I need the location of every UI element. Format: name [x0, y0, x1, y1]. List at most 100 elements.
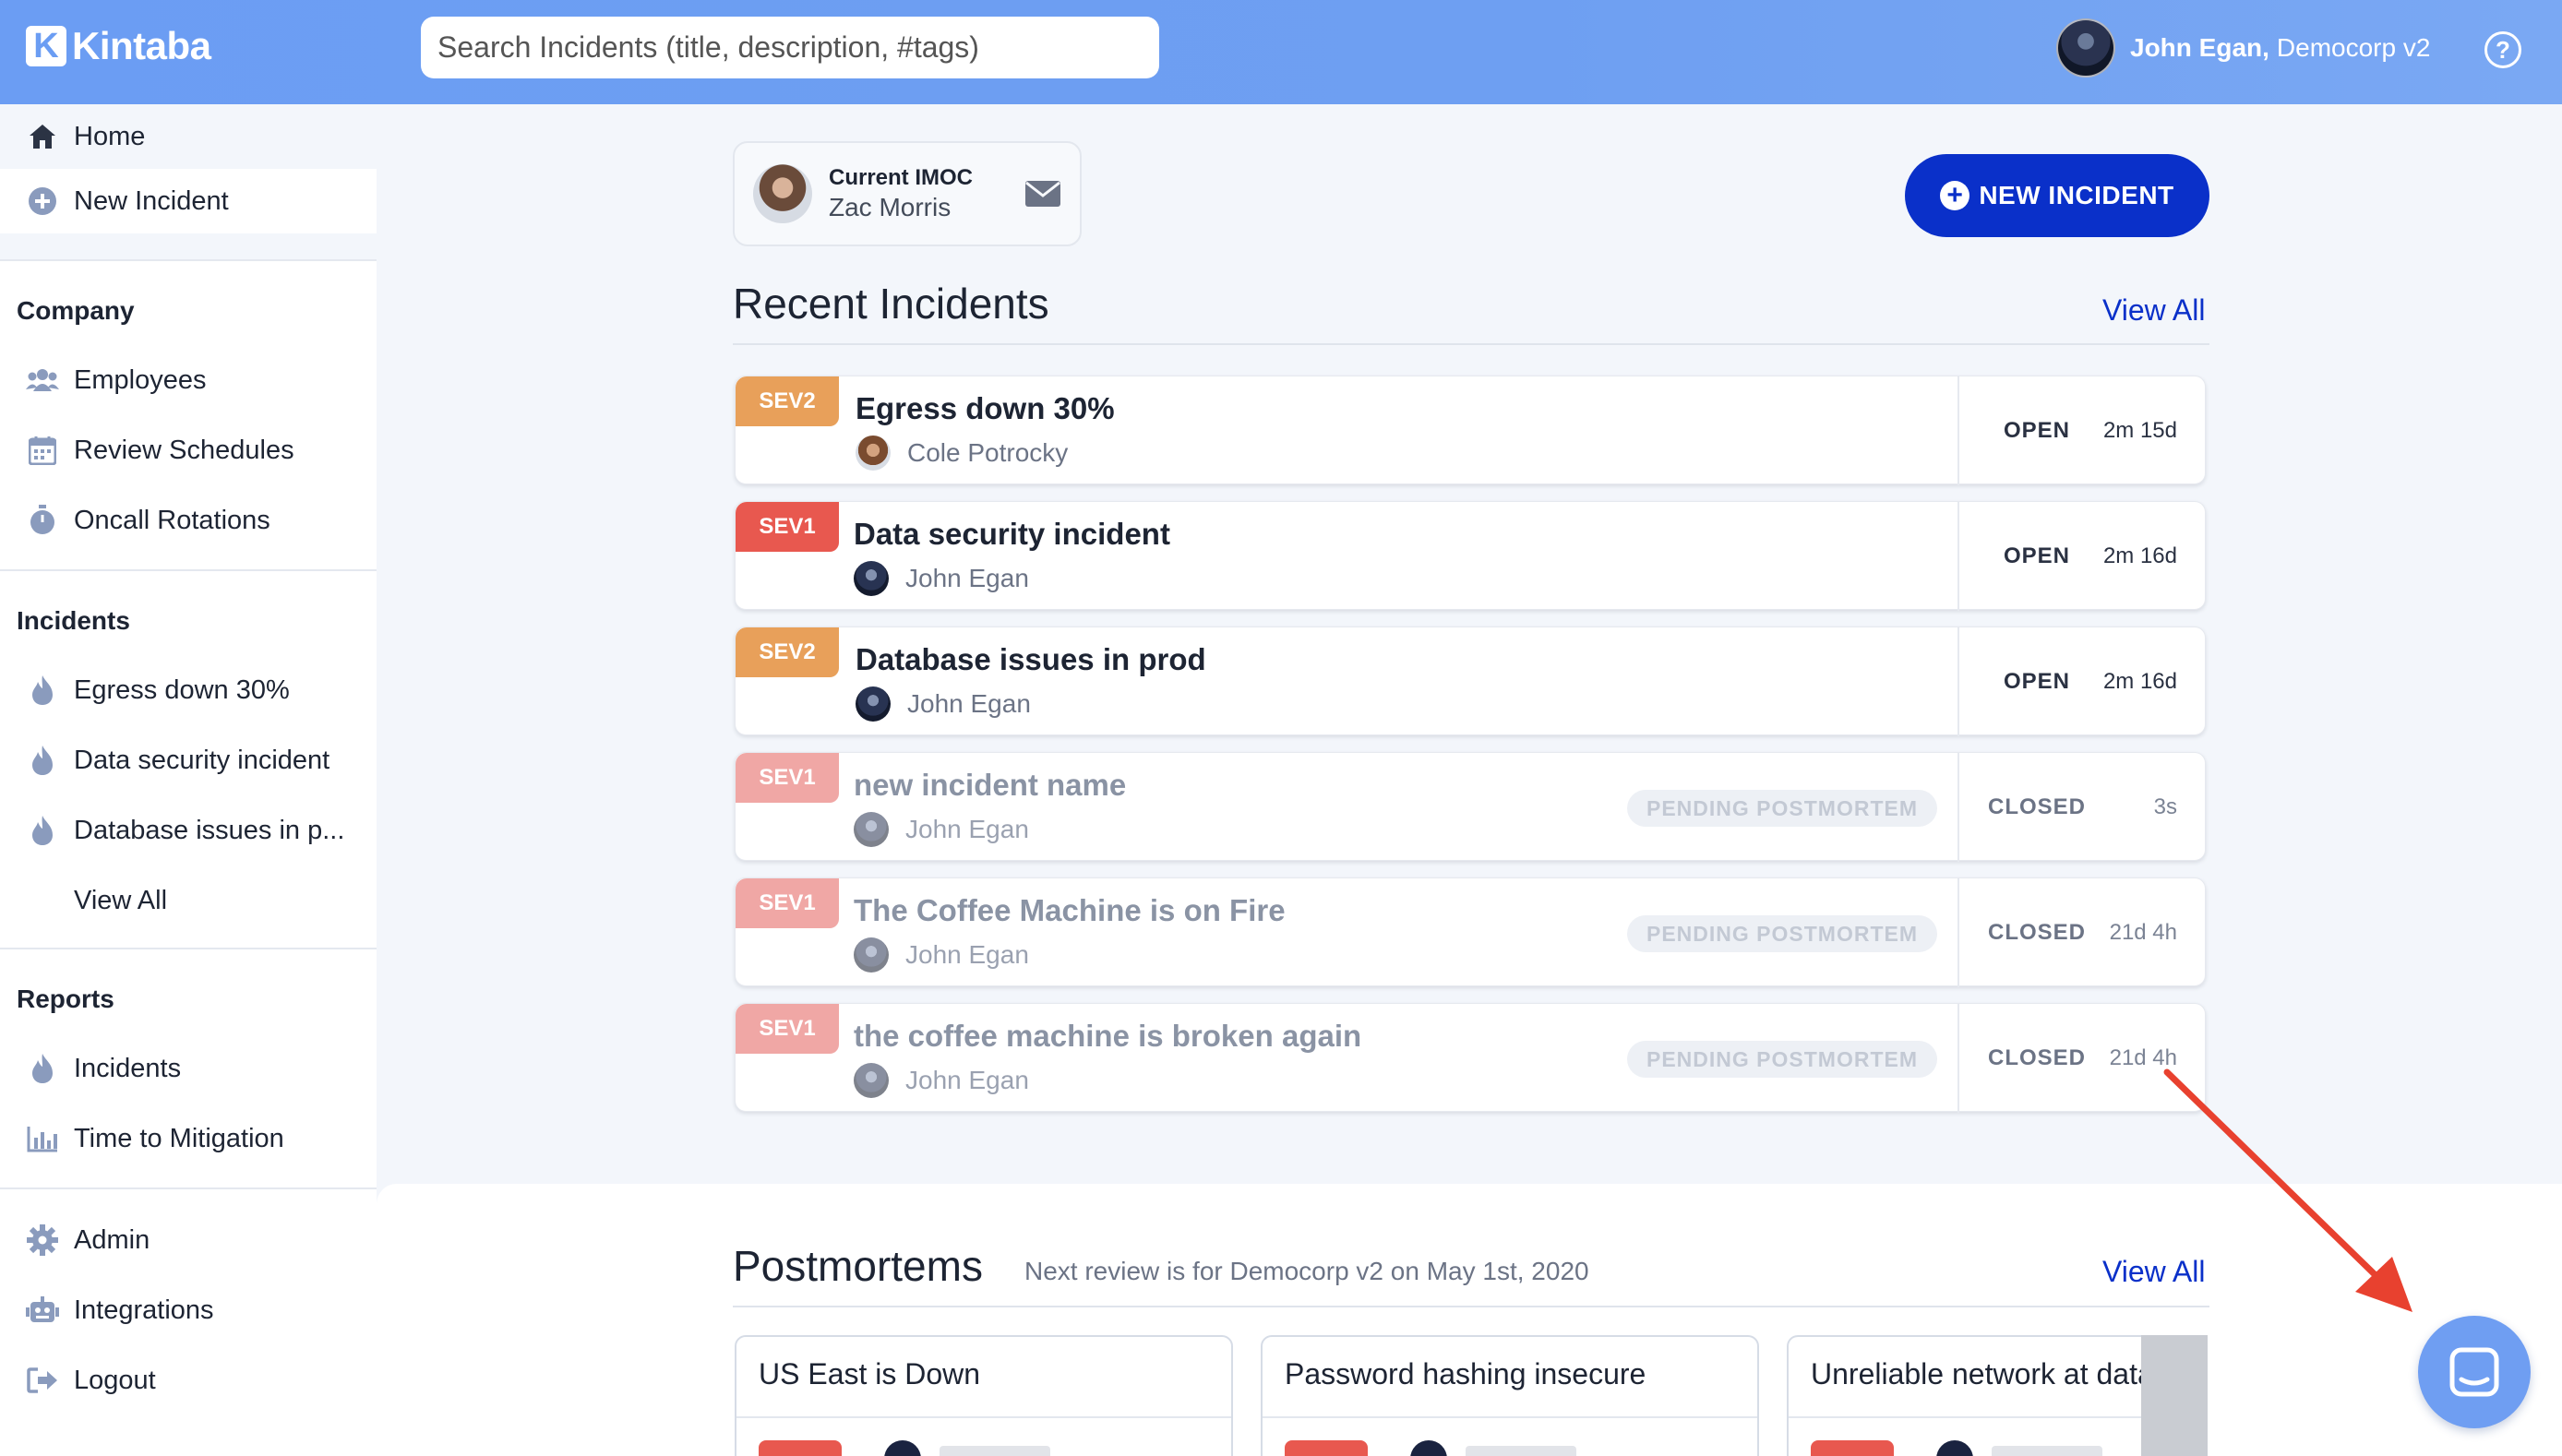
sidebar-item-view-all[interactable]: View All: [0, 868, 377, 933]
divider: [1957, 627, 1959, 736]
sidebar-item-label: Review Schedules: [74, 435, 294, 465]
severity-badge: SEV1: [736, 1004, 839, 1054]
incident-duration: 2m 16d: [2102, 669, 2177, 694]
sidebar-item-time-to-mitigation[interactable]: Time to Mitigation: [0, 1106, 377, 1171]
status-badge: CLOSED: [1987, 1045, 2086, 1070]
divider: [1957, 502, 1959, 611]
sidebar-item-new-incident[interactable]: New Incident: [0, 169, 377, 233]
owner-name: [940, 1446, 1050, 1456]
sidebar-item-admin[interactable]: Admin: [0, 1208, 377, 1272]
user-name: John Egan,: [2130, 33, 2269, 62]
sidebar-item-incident[interactable]: Data security incident: [0, 728, 377, 793]
plus-circle-icon: [26, 185, 59, 218]
postmortems-subtitle: Next review is for Democorp v2 on May 1s…: [1024, 1257, 1589, 1285]
incident-title: the coffee machine is broken again: [854, 1019, 1362, 1053]
mail-icon[interactable]: [1024, 180, 1061, 212]
home-icon: [26, 120, 59, 153]
stopwatch-icon: [26, 504, 59, 537]
sidebar-item-label: Data security incident: [74, 745, 330, 775]
incident-title: Database issues in prod: [856, 642, 1206, 676]
owner-name: Cole Potrocky: [907, 438, 1069, 467]
app-name: Kintaba: [72, 24, 211, 67]
sidebar-item-oncall-rotations[interactable]: Oncall Rotations: [0, 488, 377, 553]
sidebar-item-review-schedules[interactable]: Review Schedules: [0, 418, 377, 483]
sidebar-item-employees[interactable]: Employees: [0, 348, 377, 412]
imoc-label: Current IMOC: [829, 165, 973, 190]
incident-owner: John Egan: [854, 1063, 1029, 1098]
postmortem-card[interactable]: Password hashing insecure: [1261, 1335, 1759, 1456]
incident-duration: 21d 4h: [2109, 920, 2177, 945]
annotation-arrow-icon: [2163, 1068, 2412, 1312]
owner-name: [1992, 1446, 2102, 1456]
sidebar-item-reports-incidents[interactable]: Incidents: [0, 1036, 377, 1101]
divider: [1263, 1416, 1757, 1418]
incident-owner: John Egan: [854, 812, 1029, 847]
severity-badge: [1811, 1440, 1894, 1456]
owner-avatar: [856, 436, 891, 471]
new-incident-label: NEW INCIDENT: [1979, 181, 2174, 209]
status-badge: OPEN: [2003, 418, 2070, 443]
sidebar-item-incident[interactable]: Egress down 30%: [0, 658, 377, 722]
incident-duration: 2m 15d: [2102, 418, 2177, 443]
flame-icon: [26, 1052, 59, 1085]
postmortem-title: Password hashing insecure: [1285, 1357, 1646, 1390]
divider: [1957, 753, 1959, 862]
severity-badge: SEV1: [736, 753, 839, 803]
owner-avatar: [854, 812, 889, 847]
sidebar-item-integrations[interactable]: Integrations: [0, 1278, 377, 1343]
severity-badge: SEV1: [736, 878, 839, 928]
horizontal-scroll-indicator[interactable]: [2141, 1335, 2208, 1456]
search-input[interactable]: [421, 17, 1159, 78]
divider: [1957, 878, 1959, 987]
postmortem-title: US East is Down: [759, 1357, 981, 1390]
sidebar-item-label: View All: [74, 885, 168, 915]
owner-name: John Egan: [905, 815, 1029, 843]
sidebar-item-logout[interactable]: Logout: [0, 1348, 377, 1413]
incident-duration: 3s: [2153, 794, 2177, 819]
sidebar-item-incident[interactable]: Database issues in p...: [0, 798, 377, 863]
user-menu[interactable]: John Egan, Democorp v2: [2056, 18, 2430, 78]
app-logo[interactable]: K Kintaba: [26, 24, 211, 68]
status-badge: CLOSED: [1987, 794, 2086, 819]
sidebar-item-label: Database issues in p...: [74, 815, 345, 845]
owner-avatar: [854, 1063, 889, 1098]
incident-row[interactable]: SEV1 the coffee machine is broken again …: [735, 1003, 2206, 1113]
divider: [733, 1306, 2209, 1307]
owner-avatar: [854, 561, 889, 596]
pending-postmortem-badge: PENDING POSTMORTEM: [1627, 790, 1937, 827]
current-imoc-card[interactable]: Current IMOC Zac Morris: [733, 141, 1082, 246]
owner-avatar: [1936, 1440, 1973, 1456]
owner-name: John Egan: [905, 564, 1029, 592]
help-icon[interactable]: ?: [2484, 31, 2521, 68]
sidebar-heading-company: Company: [0, 283, 377, 339]
pending-postmortem-badge: PENDING POSTMORTEM: [1627, 915, 1937, 952]
incident-row[interactable]: SEV1 new incident name John Egan PENDING…: [735, 752, 2206, 862]
sidebar-item-label: Time to Mitigation: [74, 1123, 284, 1153]
new-incident-button[interactable]: + NEW INCIDENT: [1905, 154, 2209, 237]
incident-row[interactable]: SEV2 Egress down 30% Cole Potrocky OPEN …: [735, 376, 2206, 485]
recent-incidents-title: Recent Incidents: [733, 280, 1049, 328]
incident-duration: 2m 16d: [2102, 543, 2177, 568]
severity-badge: SEV1: [736, 502, 839, 552]
severity-badge: SEV2: [736, 627, 839, 677]
severity-badge: [759, 1440, 842, 1456]
user-avatar: [2056, 18, 2115, 78]
postmortem-title: Unreliable network at datacen: [1811, 1357, 2156, 1390]
incident-row[interactable]: SEV1 Data security incident John Egan OP…: [735, 501, 2206, 611]
gear-icon: [26, 1223, 59, 1257]
sidebar-item-home[interactable]: Home: [0, 104, 377, 169]
postmortem-card[interactable]: US East is Down: [735, 1335, 1233, 1456]
incident-owner: John Egan: [856, 686, 1031, 722]
recent-incidents-view-all-link[interactable]: View All: [2102, 293, 2205, 328]
postmortem-card[interactable]: Unreliable network at datacen: [1787, 1335, 2156, 1456]
flame-icon: [26, 744, 59, 777]
plus-circle-icon: +: [1940, 180, 1970, 210]
bar-chart-icon: [26, 1122, 59, 1155]
chat-launcher-button[interactable]: [2418, 1316, 2531, 1428]
owner-avatar: [854, 937, 889, 973]
incident-row[interactable]: SEV1 The Coffee Machine is on Fire John …: [735, 877, 2206, 987]
sidebar-item-label: Employees: [74, 364, 207, 395]
incident-title: Data security incident: [854, 517, 1170, 551]
status-badge: OPEN: [2003, 543, 2070, 568]
incident-row[interactable]: SEV2 Database issues in prod John Egan O…: [735, 627, 2206, 736]
